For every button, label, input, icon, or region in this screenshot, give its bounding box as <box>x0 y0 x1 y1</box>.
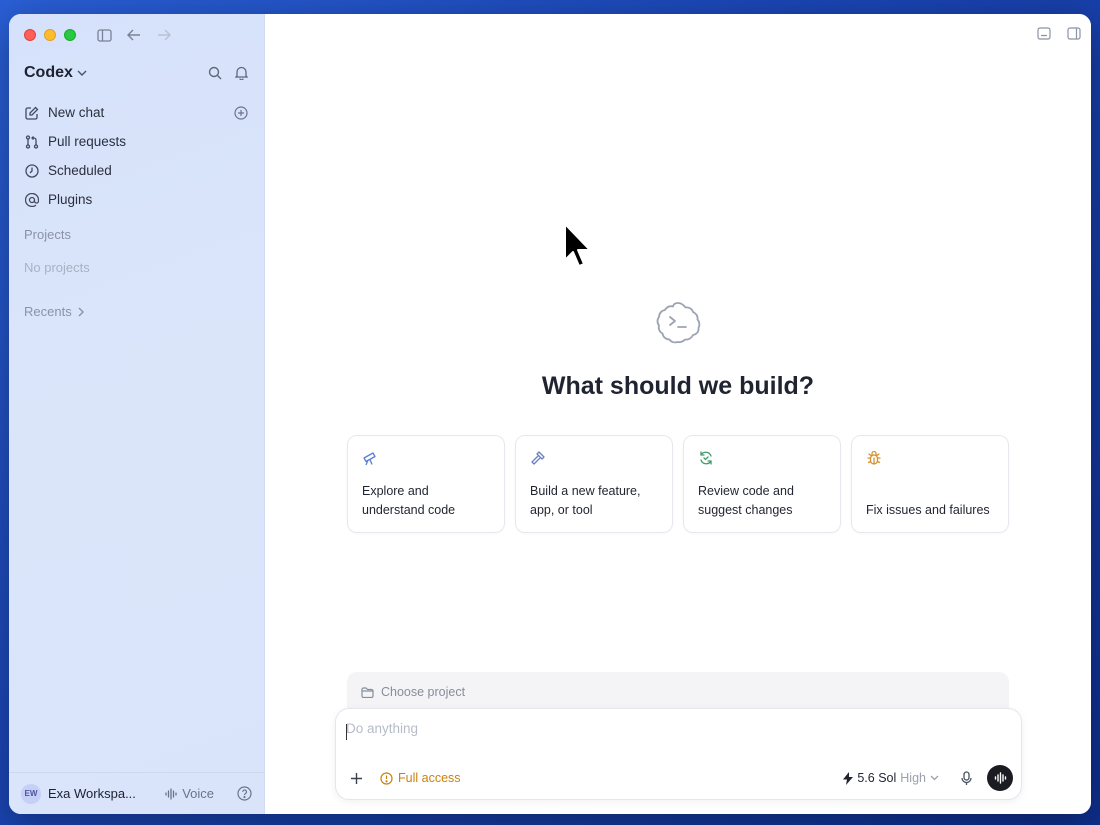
card-label: Fix issues and failures <box>866 503 990 517</box>
minimize-window-button[interactable] <box>44 29 56 41</box>
recents-toggle[interactable]: Recents <box>24 304 84 319</box>
workspace-name[interactable]: Exa Workspa... <box>48 786 136 801</box>
maximize-window-button[interactable] <box>64 29 76 41</box>
back-arrow-icon[interactable] <box>125 26 143 44</box>
suggestion-card-review[interactable]: Review code and suggest changes <box>683 435 841 533</box>
recents-label: Recents <box>24 304 72 319</box>
suggestion-card-explore[interactable]: Explore and understand code <box>347 435 505 533</box>
telescope-icon <box>362 450 378 466</box>
bug-icon <box>866 450 882 466</box>
toggle-sidebar-icon[interactable] <box>95 26 113 44</box>
forward-arrow-icon[interactable] <box>155 26 173 44</box>
page-title: What should we build? <box>541 372 815 400</box>
side-panel-icon[interactable] <box>1067 27 1081 45</box>
pull-request-icon <box>24 134 40 150</box>
brand-row: Codex <box>24 62 250 84</box>
lightning-icon <box>843 771 854 785</box>
sidebar-item-label: Pull requests <box>48 134 127 149</box>
projects-empty-note: No projects <box>24 260 90 275</box>
sidebar-nav: New chat Pull requests Scheduled Plugins <box>17 98 256 214</box>
hammer-icon <box>530 450 546 466</box>
model-selector[interactable]: 5.6 Sol High <box>843 771 939 785</box>
access-level-button[interactable]: Full access <box>380 771 461 785</box>
refresh-check-icon <box>698 450 714 466</box>
projects-heading: Projects <box>24 227 71 242</box>
sidebar-item-label: New chat <box>48 105 105 120</box>
card-label: Build a new feature, app, or tool <box>530 484 641 517</box>
voice-label: Voice <box>182 786 214 801</box>
mouse-cursor-icon <box>564 223 591 267</box>
clock-icon <box>24 163 40 179</box>
main-panel: What should we build? Explore and unders… <box>265 14 1091 814</box>
card-label: Explore and understand code <box>362 484 456 517</box>
voice-button[interactable]: Voice <box>165 786 214 801</box>
app-switcher[interactable]: Codex <box>24 64 87 82</box>
prompt-input[interactable] <box>346 721 1007 736</box>
choose-project-label: Choose project <box>381 685 466 699</box>
sidebar-footer: EW Exa Workspa... Voice <box>9 772 264 814</box>
help-icon[interactable] <box>236 786 252 802</box>
model-name: 5.6 Sol <box>857 771 897 785</box>
suggestion-cards: Explore and understand code Build a new … <box>347 435 1009 533</box>
workspace-avatar[interactable]: EW <box>21 783 41 804</box>
title-toolbar <box>95 26 173 44</box>
add-circle-icon[interactable] <box>233 105 249 121</box>
search-icon[interactable] <box>206 64 224 82</box>
text-caret <box>346 724 347 740</box>
suggestion-card-fix[interactable]: Fix issues and failures <box>851 435 1009 533</box>
codex-logo-icon <box>655 299 701 345</box>
suggestion-card-build[interactable]: Build a new feature, app, or tool <box>515 435 673 533</box>
waveform-icon <box>994 772 1006 784</box>
voice-mode-button[interactable] <box>987 765 1013 791</box>
close-window-button[interactable] <box>24 29 36 41</box>
chevron-down-icon <box>930 775 939 781</box>
app-window: Codex New chat Pull requests Scheduled P… <box>9 14 1091 814</box>
sidebar: Codex New chat Pull requests Scheduled P… <box>9 14 265 814</box>
card-label: Review code and suggest changes <box>698 484 794 517</box>
terminal-panel-icon[interactable] <box>1037 27 1051 45</box>
composer-toolbar: Full access 5.6 Sol High <box>346 765 1013 791</box>
app-name: Codex <box>24 64 73 81</box>
top-right-toolbar <box>1037 27 1081 45</box>
sidebar-item-new-chat[interactable]: New chat <box>17 98 256 127</box>
traffic-lights <box>24 29 76 41</box>
waveform-icon <box>165 787 177 800</box>
sidebar-item-label: Scheduled <box>48 163 112 178</box>
folder-icon <box>361 686 374 698</box>
sidebar-item-scheduled[interactable]: Scheduled <box>17 156 256 185</box>
at-icon <box>24 192 40 208</box>
microphone-icon[interactable] <box>957 769 975 787</box>
chevron-down-icon <box>77 70 87 76</box>
edit-icon <box>24 105 40 121</box>
sidebar-item-label: Plugins <box>48 192 93 207</box>
choose-project-bar[interactable]: Choose project <box>347 672 1009 712</box>
warning-circle-icon <box>380 771 393 785</box>
chevron-right-icon <box>78 307 84 316</box>
bell-icon[interactable] <box>232 64 250 82</box>
access-label: Full access <box>398 771 461 785</box>
model-effort: High <box>900 771 926 785</box>
sidebar-item-pull-requests[interactable]: Pull requests <box>17 127 256 156</box>
sidebar-item-plugins[interactable]: Plugins <box>17 185 256 214</box>
composer: Full access 5.6 Sol High <box>335 708 1022 800</box>
plus-icon[interactable] <box>346 768 366 788</box>
